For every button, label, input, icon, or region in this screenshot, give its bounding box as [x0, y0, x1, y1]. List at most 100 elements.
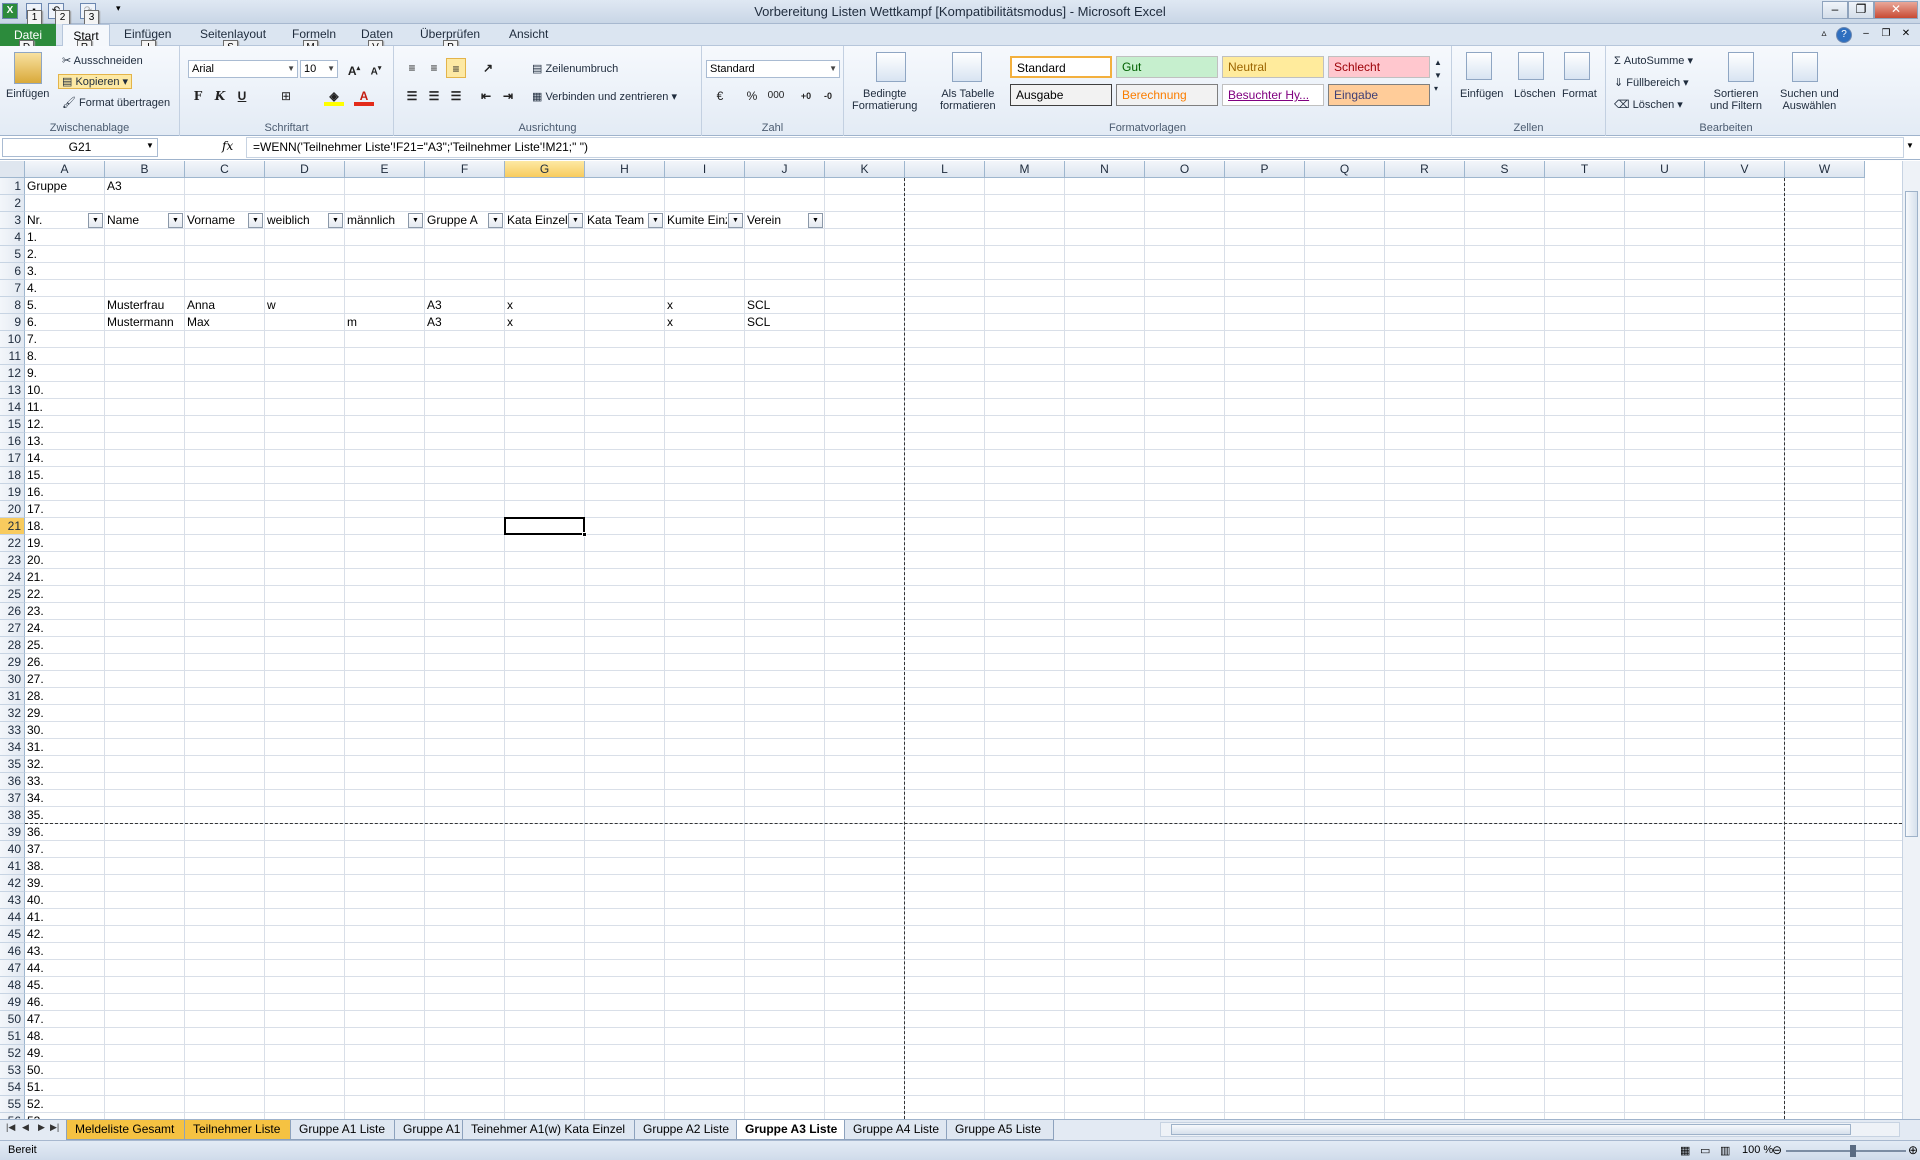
align-center-icon[interactable]: ☰	[424, 86, 444, 106]
row-header[interactable]: 38	[0, 807, 25, 824]
cell-a33[interactable]: 30.	[25, 722, 104, 739]
row-header[interactable]: 19	[0, 484, 25, 501]
row-header[interactable]: 13	[0, 382, 25, 399]
cell-a3[interactable]: Nr.	[25, 212, 87, 229]
row-header[interactable]: 21	[0, 518, 25, 535]
row-header[interactable]: 55	[0, 1096, 25, 1113]
row-header[interactable]: 54	[0, 1079, 25, 1096]
column-header-w[interactable]: W	[1785, 161, 1865, 178]
cell-j9[interactable]: SCL	[745, 314, 824, 331]
normal-view-icon[interactable]: ▦	[1680, 1144, 1690, 1157]
row-header[interactable]: 17	[0, 450, 25, 467]
row-header[interactable]: 23	[0, 552, 25, 569]
italic-button[interactable]: K	[210, 86, 230, 106]
cell-a27[interactable]: 24.	[25, 620, 104, 637]
row-header[interactable]: 50	[0, 1011, 25, 1028]
cell-a26[interactable]: 23.	[25, 603, 104, 620]
increase-indent-icon[interactable]: ⇥	[498, 86, 518, 106]
cell-a11[interactable]: 8.	[25, 348, 104, 365]
cell-a41[interactable]: 38.	[25, 858, 104, 875]
column-header-h[interactable]: H	[585, 161, 665, 178]
row-header[interactable]: 7	[0, 280, 25, 297]
tab-formeln[interactable]: Formeln	[292, 27, 336, 41]
tab-daten[interactable]: Daten	[361, 27, 393, 41]
row-header[interactable]: 25	[0, 586, 25, 603]
cell-a35[interactable]: 32.	[25, 756, 104, 773]
row-header[interactable]: 14	[0, 399, 25, 416]
cell-h3[interactable]: Kata Team	[585, 212, 647, 229]
formula-input[interactable]: =WENN('Teilnehmer Liste'!F21="A3";'Teiln…	[246, 137, 1904, 158]
cell-a54[interactable]: 51.	[25, 1079, 104, 1096]
cell-a36[interactable]: 33.	[25, 773, 104, 790]
column-header-j[interactable]: J	[745, 161, 825, 178]
column-header-p[interactable]: P	[1225, 161, 1305, 178]
name-box[interactable]: G21	[2, 138, 158, 157]
cell-g9[interactable]: x	[505, 314, 584, 331]
cell-j8[interactable]: SCL	[745, 297, 824, 314]
column-header-c[interactable]: C	[185, 161, 265, 178]
style-eingabe[interactable]: Eingabe	[1328, 84, 1430, 106]
autofilter-dropdown-icon[interactable]: ▼	[568, 213, 583, 228]
cell-c3[interactable]: Vorname	[185, 212, 247, 229]
grow-font-icon[interactable]: A▴	[344, 59, 364, 79]
vertical-scrollbar[interactable]	[1902, 161, 1920, 1119]
format-as-table-button[interactable]: Als Tabelle formatieren	[940, 88, 996, 112]
cell-a31[interactable]: 28.	[25, 688, 104, 705]
vertical-scroll-thumb[interactable]	[1905, 191, 1918, 837]
cell-c8[interactable]: Anna	[185, 297, 264, 314]
cell-a5[interactable]: 2.	[25, 246, 104, 263]
sheet-tab[interactable]: Teinehmer A1(w) Kata Einzel	[462, 1120, 638, 1140]
row-header[interactable]: 43	[0, 892, 25, 909]
row-header[interactable]: 15	[0, 416, 25, 433]
workbook-minimize-icon[interactable]: –	[1858, 27, 1874, 43]
row-header[interactable]: 31	[0, 688, 25, 705]
cell-a38[interactable]: 35.	[25, 807, 104, 824]
style-besuchter-hyperlink[interactable]: Besuchter Hy...	[1222, 84, 1324, 106]
column-header-e[interactable]: E	[345, 161, 425, 178]
insert-function-icon[interactable]: fx	[222, 139, 233, 153]
column-header-i[interactable]: I	[665, 161, 745, 178]
cell-a21[interactable]: 18.	[25, 518, 104, 535]
sheet-tab[interactable]: Meldeliste Gesamt	[66, 1120, 188, 1140]
find-select-icon[interactable]	[1792, 52, 1818, 82]
cell-a6[interactable]: 3.	[25, 263, 104, 280]
sort-filter-icon[interactable]	[1728, 52, 1754, 82]
row-header[interactable]: 46	[0, 943, 25, 960]
autofilter-dropdown-icon[interactable]: ▼	[408, 213, 423, 228]
cell-a50[interactable]: 47.	[25, 1011, 104, 1028]
expand-formula-bar-icon[interactable]: ▼	[1906, 141, 1914, 150]
zoom-slider[interactable]	[1786, 1150, 1906, 1152]
style-standard[interactable]: Standard	[1010, 56, 1112, 78]
cell-a32[interactable]: 29.	[25, 705, 104, 722]
row-header[interactable]: 32	[0, 705, 25, 722]
row-header[interactable]: 39	[0, 824, 25, 841]
cell-a37[interactable]: 34.	[25, 790, 104, 807]
column-header-s[interactable]: S	[1465, 161, 1545, 178]
cell-c9[interactable]: Max	[185, 314, 264, 331]
tab-ansicht[interactable]: Ansicht	[509, 27, 548, 41]
cell-a10[interactable]: 7.	[25, 331, 104, 348]
cell-a25[interactable]: 22.	[25, 586, 104, 603]
help-icon[interactable]: ?	[1836, 27, 1852, 43]
delete-cells-icon[interactable]	[1518, 52, 1544, 80]
align-right-icon[interactable]: ☰	[446, 86, 466, 106]
cell-f9[interactable]: A3	[425, 314, 504, 331]
cell-a24[interactable]: 21.	[25, 569, 104, 586]
sheet-tab[interactable]: Gruppe A1 Liste	[290, 1120, 398, 1140]
autofilter-dropdown-icon[interactable]: ▼	[168, 213, 183, 228]
tab-seitenlayout[interactable]: Seitenlayout	[200, 27, 266, 41]
row-header[interactable]: 1	[0, 178, 25, 195]
workbook-close-icon[interactable]: ✕	[1898, 27, 1914, 43]
row-header[interactable]: 30	[0, 671, 25, 688]
cell-a47[interactable]: 44.	[25, 960, 104, 977]
page-break-view-icon[interactable]: ▥	[1720, 1144, 1730, 1157]
cell-a23[interactable]: 20.	[25, 552, 104, 569]
sort-filter-button[interactable]: Sortieren und Filtern	[1710, 88, 1762, 112]
cell-b3[interactable]: Name	[105, 212, 167, 229]
column-header-u[interactable]: U	[1625, 161, 1705, 178]
format-cells-button[interactable]: Format	[1562, 88, 1597, 100]
minimize-ribbon-icon[interactable]: ▵	[1816, 27, 1832, 43]
row-header[interactable]: 3	[0, 212, 25, 229]
cell-i8[interactable]: x	[665, 297, 744, 314]
decrease-decimal-icon[interactable]: -0	[818, 86, 838, 106]
